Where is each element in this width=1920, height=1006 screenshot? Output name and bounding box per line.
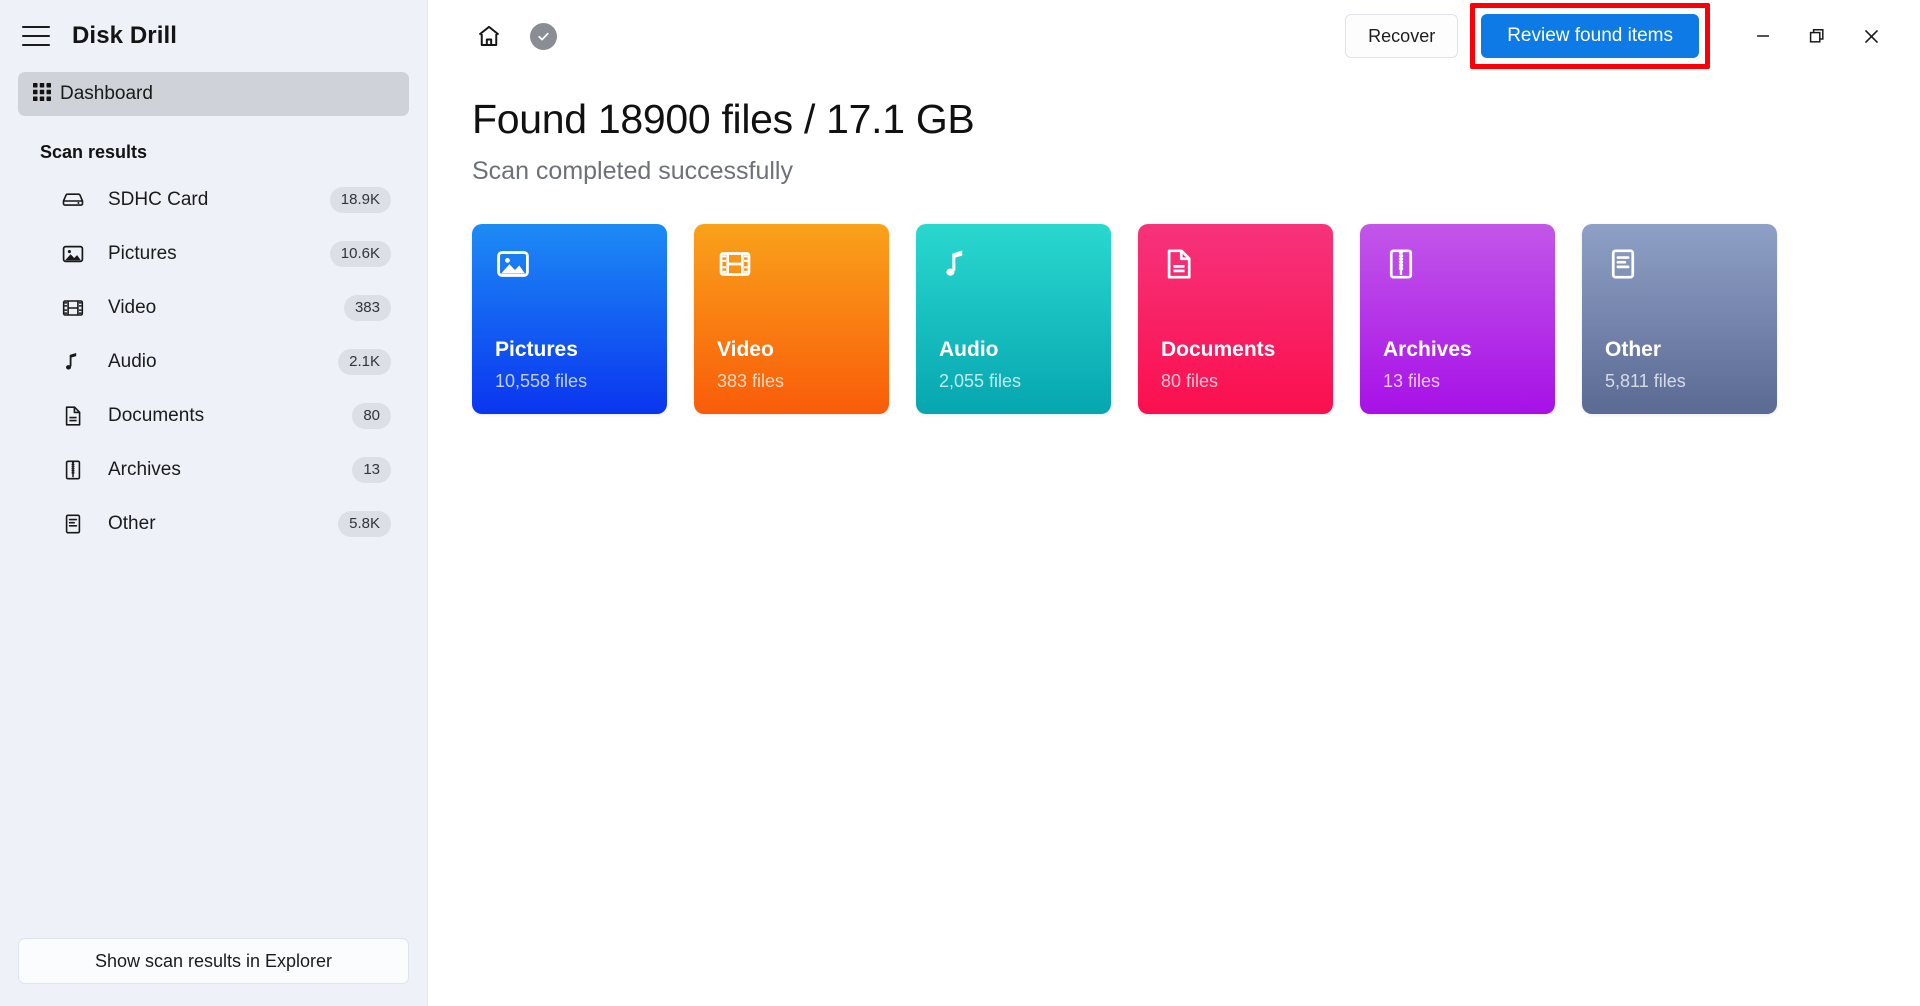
file-lines-icon	[1605, 246, 1641, 287]
card-archives-count: 13 files	[1383, 371, 1441, 391]
image-icon	[60, 241, 86, 267]
sidebar: Disk Drill Dashboard Scan results SDHC C…	[0, 0, 428, 1006]
card-audio-title: Audio	[939, 338, 999, 361]
sidebar-item-video-badge: 383	[343, 295, 391, 321]
sidebar-item-video[interactable]: Video 383	[18, 281, 409, 335]
home-icon[interactable]	[472, 19, 506, 53]
card-archives-title: Archives	[1383, 338, 1472, 361]
card-other-title: Other	[1605, 338, 1662, 361]
main-area: Recover Review found items Found 18900 f…	[428, 0, 1920, 1006]
music-note-icon	[939, 246, 975, 287]
sidebar-item-documents-label: Documents	[108, 405, 205, 426]
sidebar-item-archives-label: Archives	[108, 459, 181, 480]
app-title: Disk Drill	[72, 22, 178, 49]
sidebar-item-other-badge: 5.8K	[338, 511, 391, 537]
review-found-items-button[interactable]: Review found items	[1481, 14, 1699, 58]
sidebar-item-audio-badge: 2.1K	[338, 349, 391, 375]
sidebar-item-audio[interactable]: Audio 2.1K	[18, 335, 409, 389]
card-pictures-title: Pictures	[495, 338, 578, 361]
document-icon	[1161, 246, 1197, 287]
sidebar-nav: Dashboard	[0, 72, 427, 116]
sidebar-item-dashboard-label: Dashboard	[60, 83, 153, 104]
music-note-icon	[60, 349, 86, 375]
sidebar-item-other-label: Other	[108, 513, 156, 534]
sidebar-item-video-label: Video	[108, 297, 157, 318]
category-cards: Pictures 10,558 files Video 383 files Au…	[472, 224, 1920, 414]
card-video-count: 383 files	[717, 371, 785, 391]
archive-zip-icon	[1383, 246, 1419, 287]
scan-status-text: Scan completed successfully	[472, 157, 793, 185]
sidebar-item-pictures[interactable]: Pictures 10.6K	[18, 227, 409, 281]
disk-drill-window: Disk Drill Dashboard Scan results SDHC C…	[0, 0, 1920, 1006]
disk-icon	[60, 187, 86, 213]
sidebar-item-sdhc-card[interactable]: SDHC Card 18.9K	[18, 173, 409, 227]
card-audio-count: 2,055 files	[939, 371, 1022, 391]
archive-zip-icon	[60, 457, 86, 483]
sidebar-item-dashboard[interactable]: Dashboard	[18, 72, 409, 116]
sidebar-scan-list: SDHC Card 18.9K Pictures 10.6K Video 383…	[0, 173, 427, 551]
sidebar-item-sdhc-card-badge: 18.9K	[329, 187, 391, 213]
restore-icon[interactable]	[1790, 13, 1844, 59]
dashboard-content: Found 18900 files / 17.1 GB Scan complet…	[428, 72, 1920, 414]
card-pictures[interactable]: Pictures 10,558 files	[472, 224, 667, 414]
card-other-count: 5,811 files	[1605, 371, 1686, 391]
recover-button[interactable]: Recover	[1345, 14, 1459, 58]
sidebar-item-archives-badge: 13	[352, 457, 391, 483]
document-icon	[60, 403, 86, 429]
sidebar-header: Disk Drill	[0, 0, 427, 72]
show-scan-results-in-explorer-button[interactable]: Show scan results in Explorer	[18, 938, 409, 984]
top-bar-left	[472, 19, 557, 53]
top-bar-right: Recover Review found items	[1345, 3, 1898, 69]
card-video-title: Video	[717, 338, 774, 361]
sidebar-item-documents[interactable]: Documents 80	[18, 389, 409, 443]
close-icon[interactable]	[1844, 13, 1898, 59]
scan-status-check-icon	[530, 22, 557, 50]
card-archives[interactable]: Archives 13 files	[1360, 224, 1555, 414]
minimize-icon[interactable]	[1736, 13, 1790, 59]
image-icon	[495, 246, 531, 287]
card-documents-count: 80 files	[1161, 371, 1219, 391]
file-lines-icon	[60, 511, 86, 537]
film-icon	[60, 295, 86, 321]
page-title: Found 18900 files / 17.1 GB	[472, 96, 975, 142]
card-documents-title: Documents	[1161, 338, 1276, 361]
grid-icon	[32, 82, 52, 107]
card-video[interactable]: Video 383 files	[694, 224, 889, 414]
card-documents[interactable]: Documents 80 files	[1138, 224, 1333, 414]
film-icon	[717, 246, 753, 287]
sidebar-item-pictures-badge: 10.6K	[329, 241, 391, 267]
card-other[interactable]: Other 5,811 files	[1582, 224, 1777, 414]
card-audio[interactable]: Audio 2,055 files	[916, 224, 1111, 414]
sidebar-item-audio-label: Audio	[108, 351, 157, 372]
sidebar-footer: Show scan results in Explorer	[0, 938, 427, 1006]
top-bar: Recover Review found items	[428, 0, 1920, 72]
sidebar-item-pictures-label: Pictures	[108, 243, 177, 264]
sidebar-item-sdhc-card-label: SDHC Card	[108, 189, 209, 210]
card-pictures-count: 10,558 files	[495, 371, 588, 391]
review-found-items-highlight: Review found items	[1470, 3, 1710, 69]
hamburger-icon[interactable]	[22, 26, 50, 46]
sidebar-item-other[interactable]: Other 5.8K	[18, 497, 409, 551]
sidebar-section-scan-results: Scan results	[40, 142, 148, 162]
sidebar-item-archives[interactable]: Archives 13	[18, 443, 409, 497]
sidebar-item-documents-badge: 80	[352, 403, 391, 429]
